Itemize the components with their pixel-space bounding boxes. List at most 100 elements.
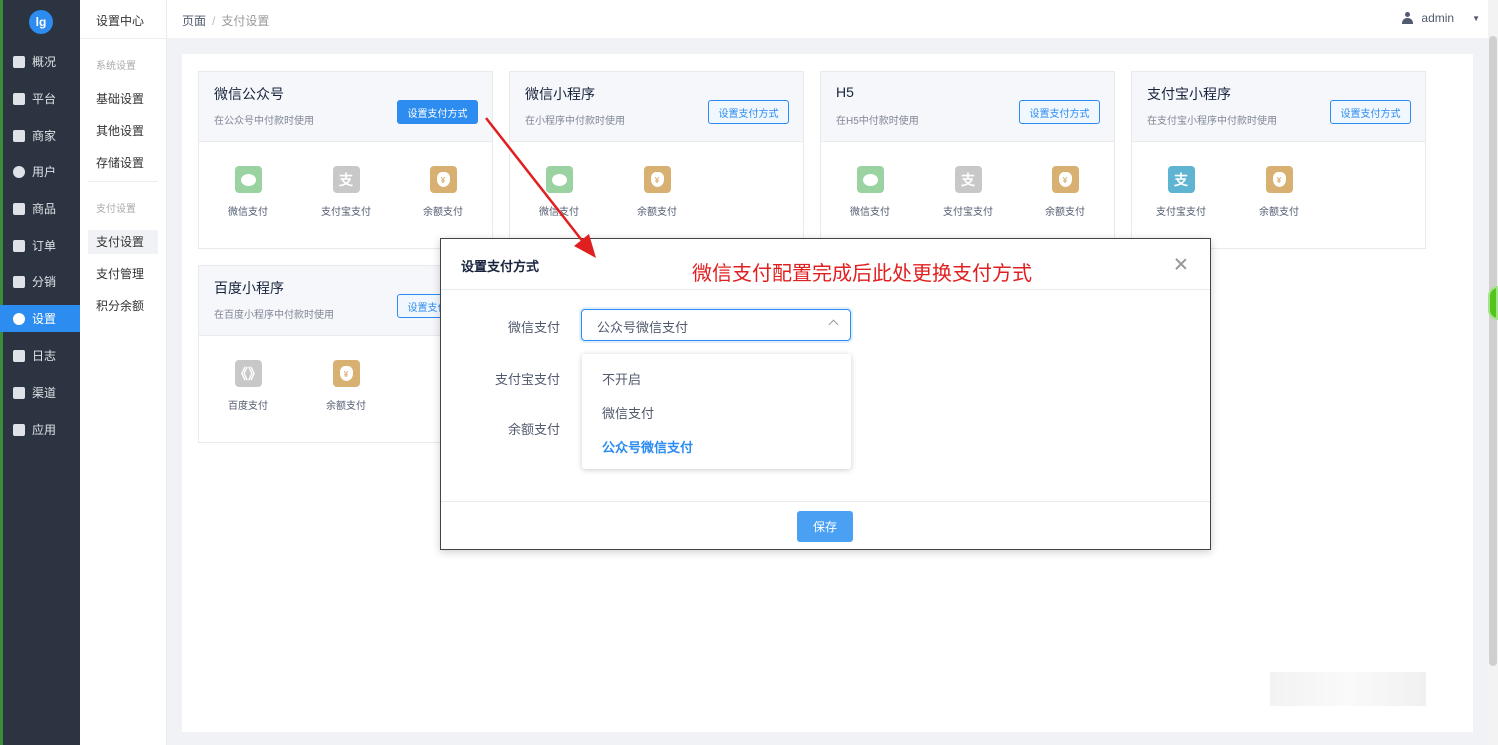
sidebar-item-merchant[interactable]: 商家 — [0, 122, 80, 149]
card-title: 微信公众号 — [214, 86, 284, 102]
subnav-item-other[interactable]: 其他设置 — [88, 119, 158, 143]
sidebar-item-order[interactable]: 订单 — [0, 232, 80, 259]
sidebar-item-overview[interactable]: 概况 — [0, 48, 80, 75]
option-disabled[interactable]: 不开启 — [602, 369, 641, 388]
chevron-up-icon — [828, 319, 839, 330]
breadcrumb-current: 支付设置 — [221, 14, 270, 28]
card-header: H5 在H5中付款时使用 设置支付方式 — [821, 72, 1114, 142]
wechat-pay-icon — [856, 166, 884, 193]
wechat-pay-icon — [545, 166, 573, 193]
sidebar-item-label: 平台 — [32, 92, 57, 106]
sidebar-item-goods[interactable]: 商品 — [0, 195, 80, 222]
sidebar-item-log[interactable]: 日志 — [0, 342, 80, 369]
payment-method: ¥ 余额支付 — [1025, 166, 1105, 218]
wechat-pay-select[interactable]: 公众号微信支付 — [581, 309, 851, 341]
gear-icon — [13, 312, 25, 325]
sidebar-item-label: 设置 — [32, 312, 57, 326]
store-icon — [13, 129, 25, 142]
payment-method: ¥ 余额支付 — [617, 166, 697, 218]
payment-label: 余额支付 — [1045, 207, 1085, 218]
caret-down-icon: ▼ — [1472, 13, 1480, 23]
sidebar-item-settings[interactable]: 设置 — [0, 305, 80, 332]
subnav-item-payment-management[interactable]: 支付管理 — [88, 262, 158, 286]
select-value: 公众号微信支付 — [597, 320, 689, 335]
sidebar-item-label: 应用 — [32, 423, 57, 437]
card-header: 微信公众号 在公众号中付款时使用 设置支付方式 — [199, 72, 492, 142]
card-desc: 在支付宝小程序中付款时使用 — [1147, 116, 1277, 127]
close-icon[interactable] — [1174, 257, 1188, 271]
sidebar-item-label: 商家 — [32, 129, 57, 143]
log-icon — [13, 349, 25, 362]
sidebar-item-apps[interactable]: 应用 — [0, 416, 80, 443]
watermark-blur — [1270, 672, 1426, 706]
user-icon — [13, 165, 25, 178]
scrollbar-thumb[interactable] — [1489, 36, 1497, 666]
username: admin — [1421, 11, 1455, 25]
subnav-item-basic[interactable]: 基础设置 — [88, 87, 158, 111]
card-title: H5 — [836, 84, 854, 100]
subnav-item-payment-settings[interactable]: 支付设置 — [88, 230, 158, 254]
payment-label: 余额支付 — [637, 207, 677, 218]
option-official-wechat-pay[interactable]: 公众号微信支付 — [602, 437, 693, 456]
balance-pay-icon: ¥ — [332, 360, 360, 387]
order-icon — [13, 239, 25, 252]
card-title: 微信小程序 — [525, 86, 595, 102]
card-wechat-official: 微信公众号 在公众号中付款时使用 设置支付方式 微信支付 支支付宝支付 ¥ 余额支… — [198, 71, 493, 249]
app-logo[interactable]: lg — [29, 10, 53, 34]
sidebar-item-label: 商品 — [32, 202, 57, 216]
payment-label: 余额支付 — [1259, 207, 1299, 218]
subnav-item-points-balance[interactable]: 积分余额 — [88, 294, 158, 318]
payment-label: 支付宝支付 — [1156, 207, 1206, 218]
payment-label: 微信支付 — [850, 207, 890, 218]
set-payment-button[interactable]: 设置支付方式 — [1330, 100, 1411, 124]
alipay-icon: 支 — [332, 166, 360, 193]
payment-method: 支支付宝支付 — [1141, 166, 1221, 218]
option-wechat-pay[interactable]: 微信支付 — [602, 403, 654, 422]
payment-method: 《》 百度支付 — [208, 360, 288, 412]
breadcrumb-home[interactable]: 页面 — [182, 14, 206, 28]
payment-label: 微信支付 — [228, 207, 268, 218]
payment-method: 支支付宝支付 — [306, 166, 386, 218]
payment-method: ¥ 余额支付 — [1239, 166, 1319, 218]
balance-pay-icon: ¥ — [1265, 166, 1293, 193]
payment-method: 微信支付 — [830, 166, 910, 218]
breadcrumb: 页面 / 支付设置 — [182, 12, 269, 29]
payment-method: 微信支付 — [208, 166, 288, 218]
payment-label: 支付宝支付 — [321, 207, 371, 218]
card-title: 百度小程序 — [214, 280, 284, 296]
sidebar-item-user[interactable]: 用户 — [0, 158, 80, 185]
sidebar-item-distribution[interactable]: 分销 — [0, 268, 80, 295]
balance-pay-icon: ¥ — [643, 166, 671, 193]
set-payment-button[interactable]: 设置支付方式 — [397, 100, 478, 124]
save-button[interactable]: 保存 — [797, 511, 853, 542]
sidebar-item-label: 用户 — [32, 165, 57, 179]
distribution-icon — [13, 275, 25, 288]
user-menu[interactable]: admin ▼ — [1402, 11, 1480, 25]
subnav-group-system: 系统设置 — [96, 61, 136, 72]
sidebar-item-channel[interactable]: 渠道 — [0, 379, 80, 406]
sidebar-item-platform[interactable]: 平台 — [0, 85, 80, 112]
monitor-icon — [13, 92, 25, 105]
subnav-item-storage[interactable]: 存储设置 — [88, 151, 158, 175]
payment-label: 百度支付 — [228, 401, 268, 412]
floating-badge[interactable] — [1488, 286, 1498, 320]
sidebar-item-label: 分销 — [32, 275, 57, 289]
card-desc: 在百度小程序中付款时使用 — [214, 310, 334, 321]
modal-divider — [441, 501, 1210, 502]
page-scrollbar[interactable] — [1488, 0, 1498, 745]
apps-icon — [13, 423, 25, 436]
field-label-alipay: 支付宝支付 — [494, 372, 560, 387]
sidebar-item-label: 渠道 — [32, 386, 57, 400]
field-label-balance: 余额支付 — [507, 422, 560, 437]
payment-method: 微信支付 — [519, 166, 599, 218]
wechat-pay-icon — [234, 166, 262, 193]
card-desc: 在H5中付款时使用 — [836, 116, 919, 127]
payment-label: 微信支付 — [539, 207, 579, 218]
set-payment-button[interactable]: 设置支付方式 — [708, 100, 789, 124]
sidebar-item-label: 日志 — [32, 349, 57, 363]
balance-pay-icon: ¥ — [1051, 166, 1079, 193]
set-payment-button[interactable]: 设置支付方式 — [1019, 100, 1100, 124]
card-header: 微信小程序 在小程序中付款时使用 设置支付方式 — [510, 72, 803, 142]
sidebar-item-label: 订单 — [32, 239, 57, 253]
card-desc: 在公众号中付款时使用 — [214, 116, 314, 127]
